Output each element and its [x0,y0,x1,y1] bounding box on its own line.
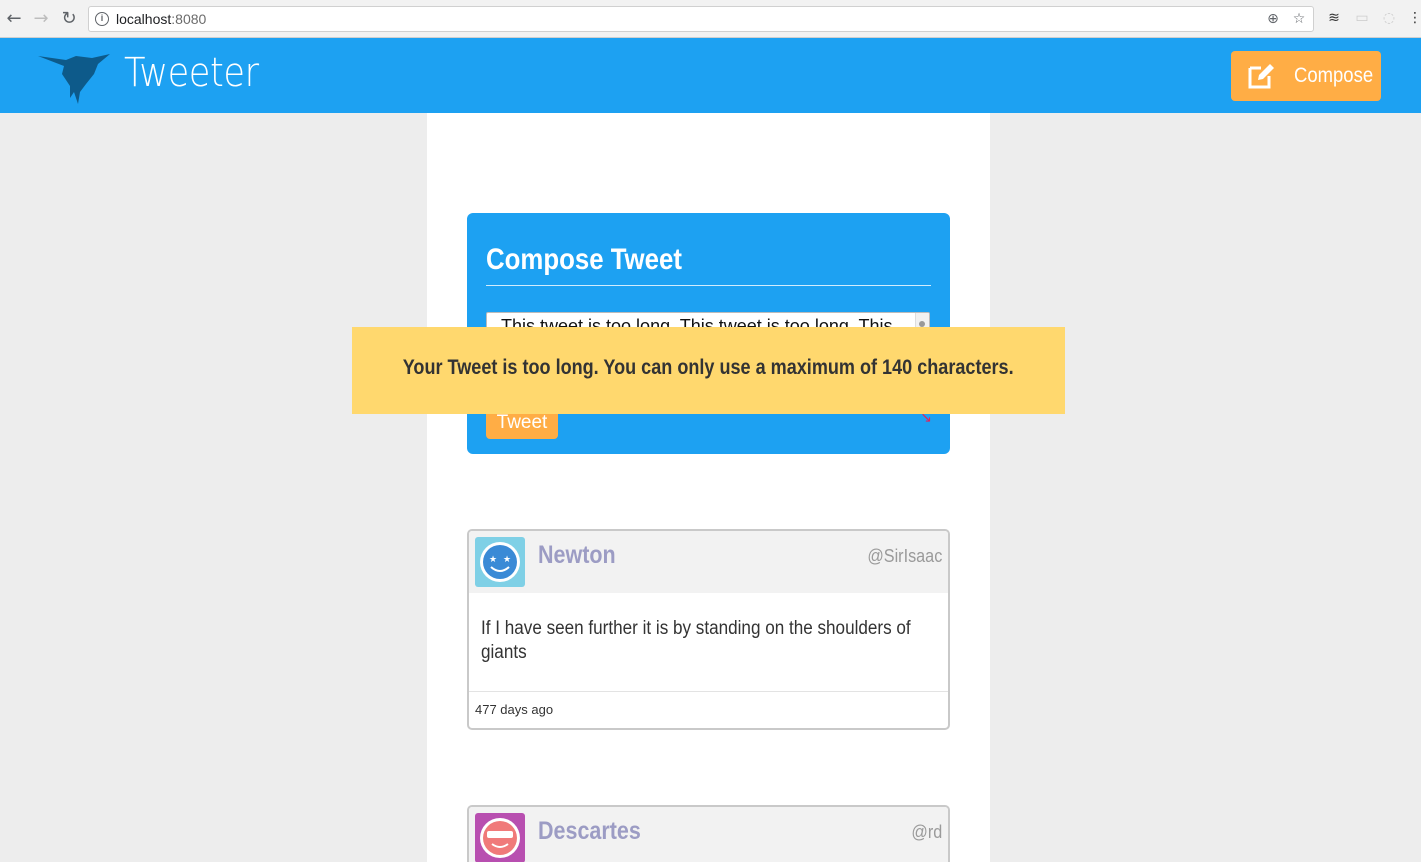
tweet-card: Descartes @rd [467,805,950,862]
url-port: :8080 [171,11,207,27]
tweet-text: If I have seen further it is by standing… [481,618,911,663]
address-url[interactable]: localhost:8080 [116,11,206,27]
tweet-card: ★ ★ Newton @SirIsaac If I have seen furt… [467,529,950,730]
tweet-author-handle: @SirIsaac [867,546,942,566]
extension-circle-icon[interactable]: ◌ [1381,10,1397,26]
reload-icon[interactable]: ↻ [59,9,79,29]
app-header: Tweeter Compose [0,38,1421,113]
smiley-sunglasses-avatar [475,813,525,862]
bookmark-star-icon[interactable]: ☆ [1291,11,1307,27]
smiley-star-eyes-avatar: ★ ★ [475,537,525,587]
tweet-header: ★ ★ Newton @SirIsaac [469,531,948,593]
compose-divider [486,285,931,286]
address-bar[interactable]: i localhost:8080 ⊕ ☆ [88,6,1314,32]
brand-title[interactable]: Tweeter [124,50,259,96]
error-message: Your Tweet is too long. You can only use… [403,356,1014,379]
site-info-icon[interactable]: i [95,12,109,26]
compose-button[interactable]: Compose [1231,51,1381,101]
tweet-author-name: Newton [538,541,616,569]
zoom-icon[interactable]: ⊕ [1265,11,1281,27]
browser-toolbar: ← → ↻ i localhost:8080 ⊕ ☆ ≋ ▭ ◌ ⋮ [0,0,1421,38]
svg-text:★: ★ [489,554,497,564]
compose-button-label: Compose [1294,64,1374,87]
menu-icon[interactable]: ⋮ [1408,10,1421,26]
main-column: Compose Tweet This tweet is too long. Th… [427,113,990,862]
layers-icon[interactable]: ≋ [1326,10,1342,26]
hummingbird-logo-icon [38,54,110,104]
tweet-header: Descartes @rd [469,807,948,862]
extension-box-icon[interactable]: ▭ [1354,10,1370,26]
error-banner: Your Tweet is too long. You can only use… [352,327,1065,414]
tweet-author-handle: @rd [911,822,942,842]
url-host: localhost [116,11,172,27]
back-arrow-icon[interactable]: ← [4,9,24,29]
tweet-body: If I have seen further it is by standing… [469,593,948,692]
compose-title: Compose Tweet [486,243,682,276]
svg-text:★: ★ [503,554,511,564]
pencil-square-icon [1248,64,1274,89]
tweet-timestamp: 477 days ago [475,702,554,717]
tweet-author-name: Descartes [538,817,641,845]
forward-arrow-icon[interactable]: → [31,9,51,29]
